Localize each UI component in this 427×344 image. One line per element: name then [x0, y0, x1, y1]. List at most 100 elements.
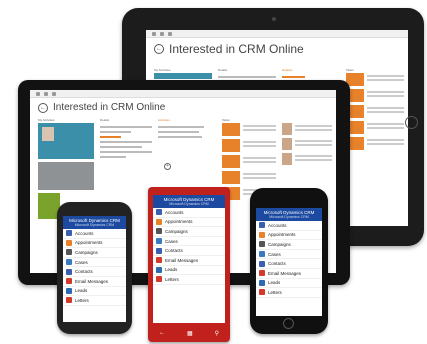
menu-item-label: Accounts — [75, 230, 94, 236]
task-item[interactable] — [346, 105, 404, 118]
menu-item[interactable]: Letters — [256, 288, 322, 298]
task-item[interactable] — [346, 89, 404, 102]
task-tile — [222, 139, 240, 152]
menu-item-label: Contacts — [75, 269, 93, 275]
iphone: Microsoft Dynamics CRM Microsoft Dynamic… — [250, 188, 328, 334]
menu-item[interactable]: Campaigns — [256, 240, 322, 250]
menu-item-label: Leads — [165, 267, 178, 273]
entity-icon — [259, 279, 265, 286]
toolbar-icon[interactable] — [152, 32, 156, 36]
task-item[interactable] — [346, 121, 404, 134]
windows-icon[interactable]: ▦ — [187, 330, 193, 338]
search-icon[interactable]: ⚲ — [215, 330, 219, 338]
tasks-column: Tasks — [346, 68, 404, 222]
menu-item[interactable]: Email Messages — [256, 269, 322, 279]
menu-item[interactable]: Email Messages — [153, 256, 225, 266]
menu-item-label: Leads — [75, 288, 88, 294]
menu-item-label: Cases — [268, 251, 281, 257]
person-photo — [282, 123, 292, 135]
menu-item[interactable]: Contacts — [153, 246, 225, 256]
menu-item-label: Cases — [75, 259, 88, 265]
column-header: Activities — [158, 118, 170, 122]
task-item[interactable] — [222, 123, 276, 136]
menu-item[interactable]: Campaigns — [153, 227, 225, 237]
back-icon[interactable]: ← — [38, 102, 48, 113]
menu-item[interactable]: Leads — [63, 287, 126, 297]
phone-screen: Microsoft Dynamics CRM Microsoft Dynamic… — [256, 208, 322, 316]
menu-item-label: Campaigns — [268, 241, 291, 247]
entity-icon — [66, 287, 72, 294]
column-header: Details — [218, 68, 228, 72]
entity-icon — [66, 249, 72, 256]
stats-tile[interactable] — [38, 162, 94, 190]
menu-item-label: Appointments — [75, 240, 103, 246]
contact-text — [295, 138, 332, 150]
back-icon[interactable]: ← — [154, 44, 164, 54]
menu-item[interactable]: Accounts — [256, 221, 322, 231]
home-button[interactable] — [283, 318, 294, 329]
task-text — [367, 73, 404, 86]
entity-icon — [156, 228, 162, 235]
toolbar-icon[interactable] — [44, 92, 48, 96]
menu-item[interactable]: Cases — [256, 250, 322, 260]
text-lines — [158, 126, 216, 138]
entity-icon — [66, 297, 72, 304]
back-icon[interactable]: ← — [159, 330, 165, 338]
entity-icon — [156, 218, 162, 225]
menu-item[interactable]: Campaigns — [63, 248, 126, 258]
menu-item-label: Contacts — [268, 261, 286, 267]
task-text — [367, 89, 404, 102]
add-button[interactable]: + — [164, 163, 216, 170]
menu-item-label: Letters — [165, 276, 179, 282]
menu-item[interactable]: Leads — [256, 279, 322, 289]
menu-item[interactable]: Accounts — [63, 229, 126, 239]
menu-item-label: Letters — [268, 289, 282, 295]
task-text — [243, 139, 276, 152]
toolbar-icon[interactable] — [52, 92, 56, 96]
phone-menu: Accounts Appointments Campaigns Cases Contac… — [256, 221, 322, 298]
task-item[interactable] — [222, 155, 276, 168]
task-item[interactable] — [346, 137, 404, 150]
task-item[interactable] — [222, 171, 276, 184]
toolbar-icon[interactable] — [160, 32, 164, 36]
contact-item[interactable] — [282, 123, 332, 135]
task-text — [243, 123, 276, 136]
toolbar-icon[interactable] — [36, 92, 40, 96]
menu-item[interactable]: Email Messages — [63, 277, 126, 287]
menu-item[interactable]: Letters — [63, 296, 126, 306]
phone-menu: Accounts Appointments Campaigns Cases Contac… — [153, 208, 225, 285]
entity-icon — [156, 238, 162, 245]
contact-tile[interactable] — [38, 123, 94, 159]
contact-item[interactable] — [282, 153, 332, 165]
menu-item-label: Accounts — [165, 209, 184, 215]
menu-item[interactable]: Letters — [153, 275, 225, 285]
home-button[interactable] — [405, 116, 418, 129]
menu-item[interactable]: Accounts — [153, 208, 225, 218]
windows-phone: Microsoft Dynamics CRM Microsoft Dynamic… — [148, 187, 230, 342]
menu-item-label: Campaigns — [165, 228, 188, 234]
task-text — [243, 171, 276, 184]
entity-icon — [156, 266, 162, 273]
menu-item[interactable]: Cases — [63, 258, 126, 268]
avatar — [42, 127, 54, 141]
menu-item[interactable]: Appointments — [256, 231, 322, 241]
entity-icon — [66, 259, 72, 266]
task-tile — [222, 171, 240, 184]
menu-item-label: Email Messages — [268, 270, 302, 276]
task-item[interactable] — [346, 73, 404, 86]
menu-item-label: Leads — [268, 280, 281, 286]
menu-item[interactable]: Appointments — [63, 239, 126, 249]
task-text — [367, 137, 404, 150]
menu-item-label: Email Messages — [165, 257, 199, 263]
menu-item-label: Cases — [165, 238, 178, 244]
menu-item[interactable]: Leads — [153, 266, 225, 276]
toolbar-icon[interactable] — [168, 32, 172, 36]
menu-item[interactable]: Appointments — [153, 218, 225, 228]
menu-item[interactable]: Cases — [153, 237, 225, 247]
entity-icon — [156, 276, 162, 283]
task-item[interactable] — [222, 139, 276, 152]
contact-item[interactable] — [282, 138, 332, 150]
menu-item[interactable]: Contacts — [63, 267, 126, 277]
menu-item[interactable]: Contacts — [256, 259, 322, 269]
app-header: Microsoft Dynamics CRM Microsoft Dynamic… — [63, 216, 126, 229]
